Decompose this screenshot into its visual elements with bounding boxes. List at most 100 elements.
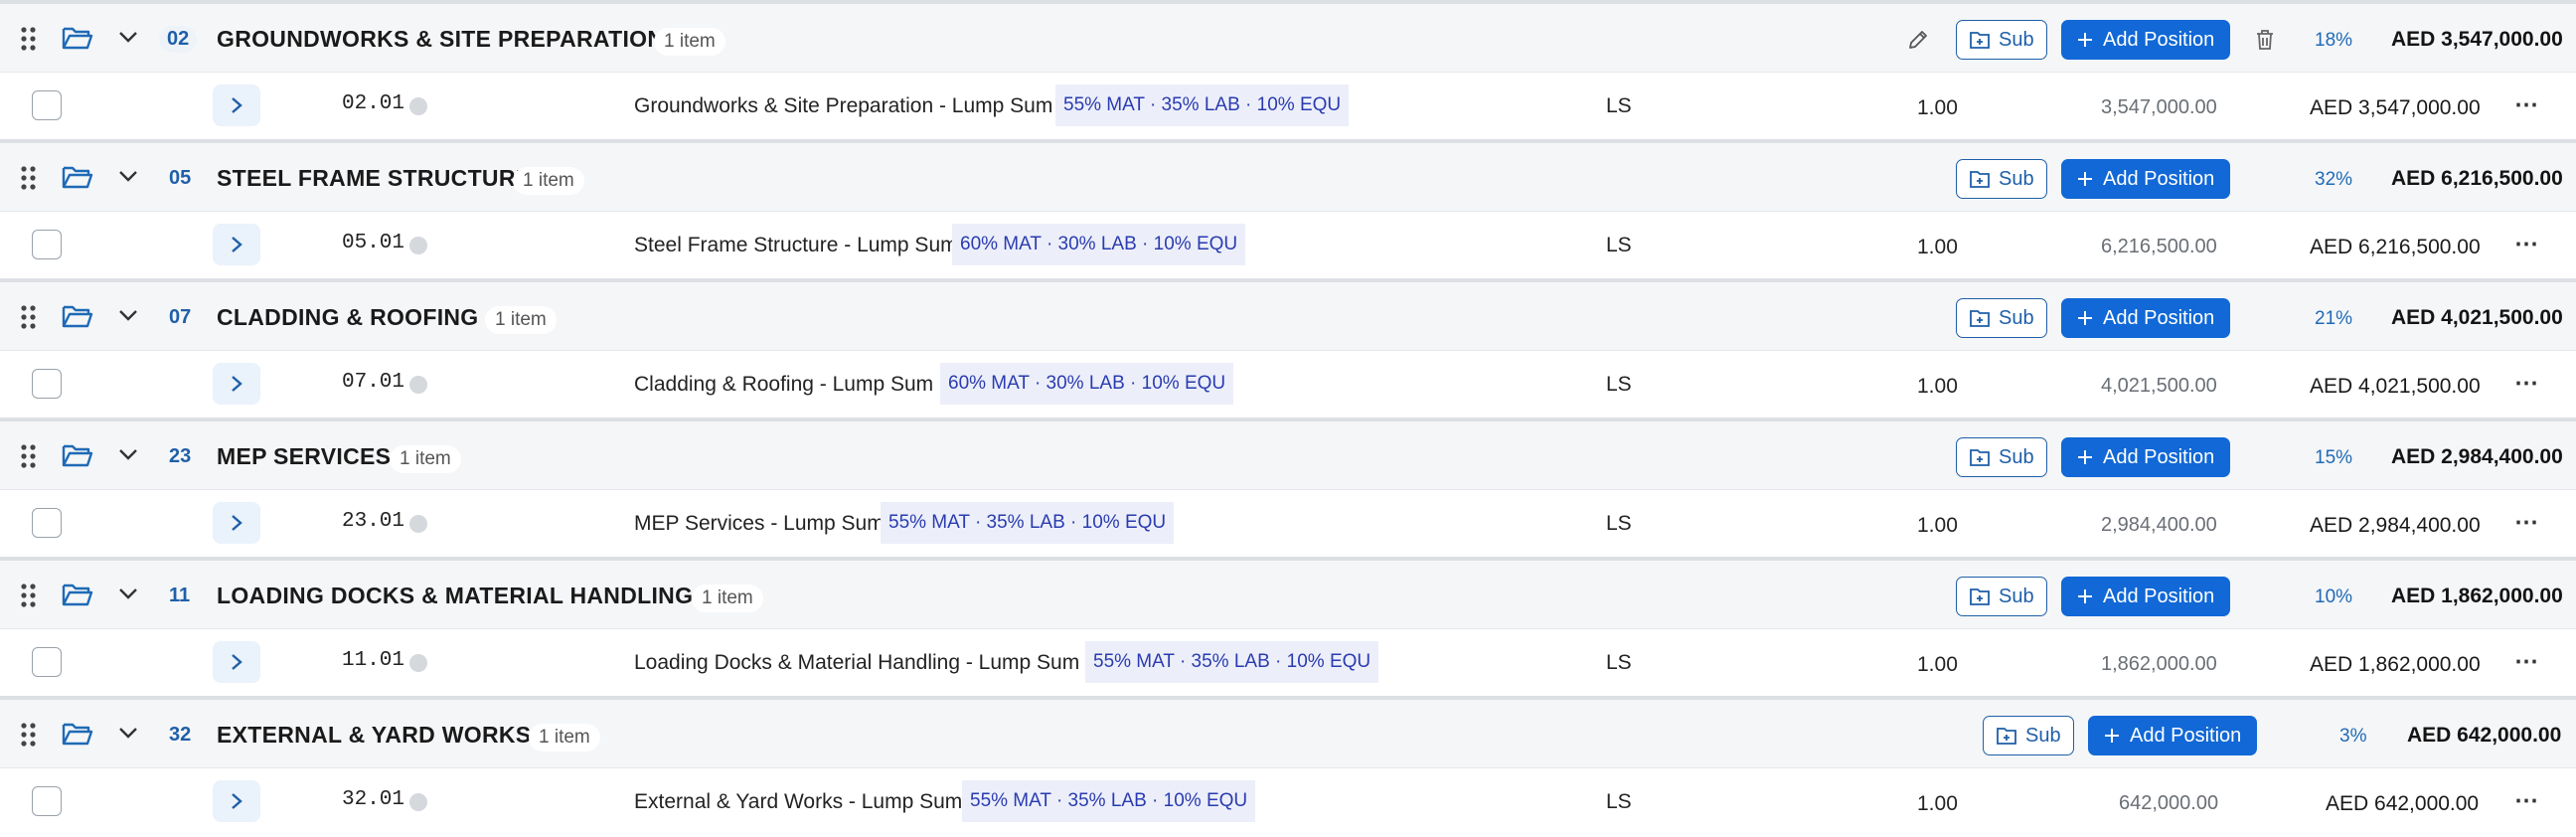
add-sub-group-button[interactable]: Sub [1956, 577, 2047, 616]
item-quantity[interactable]: 1.00 [1917, 375, 1958, 399]
item-unit[interactable]: LS [1606, 234, 1632, 257]
add-position-button[interactable]: Add Position [2061, 577, 2231, 616]
folder-open-icon[interactable] [62, 302, 93, 335]
item-quantity[interactable]: 1.00 [1917, 96, 1958, 120]
item-quantity[interactable]: 1.00 [1917, 514, 1958, 538]
item-description[interactable]: MEP Services - Lump Sum [634, 512, 885, 536]
item-rate[interactable]: 6,216,500.00 [2101, 236, 2217, 258]
sub-button-label: Sub [1999, 445, 2034, 468]
item-rate[interactable]: 3,547,000.00 [2101, 96, 2217, 119]
expand-row-button[interactable] [213, 224, 260, 265]
more-icon[interactable]: ⋯ [2514, 230, 2539, 258]
more-icon[interactable]: ⋯ [2514, 786, 2539, 815]
item-code: 11.01 [342, 649, 405, 672]
group-item-count: 1 item [529, 724, 600, 752]
item-description[interactable]: Cladding & Roofing - Lump Sum [634, 373, 933, 397]
chevron-down-icon[interactable] [117, 726, 139, 745]
more-icon[interactable]: ⋯ [2514, 508, 2539, 537]
row-checkbox[interactable] [32, 508, 62, 538]
chevron-down-icon[interactable] [117, 586, 139, 605]
expand-row-button[interactable] [213, 84, 260, 126]
folder-open-icon[interactable] [62, 24, 93, 57]
item-total: AED 642,000.00 [2326, 792, 2480, 815]
item-row[interactable]: 07.01 Cladding & Roofing - Lump Sum 60% … [0, 350, 2576, 416]
group-row[interactable]: 02 GROUNDWORKS & SITE PREPARATION 1 item… [0, 0, 2576, 72]
group-total: AED 6,216,500.00 [2391, 167, 2563, 190]
add-sub-group-button[interactable]: Sub [1956, 159, 2047, 199]
item-rate[interactable]: 2,984,400.00 [2101, 514, 2217, 537]
drag-handle-icon[interactable] [18, 581, 40, 610]
item-row[interactable]: 23.01 MEP Services - Lump Sum 55% MAT · … [0, 489, 2576, 555]
item-rate[interactable]: 642,000.00 [2119, 792, 2218, 815]
drag-handle-icon[interactable] [18, 302, 40, 332]
more-icon[interactable]: ⋯ [2514, 90, 2539, 119]
chevron-down-icon[interactable] [117, 308, 139, 327]
expand-row-button[interactable] [213, 502, 260, 544]
item-quantity[interactable]: 1.00 [1917, 236, 1958, 259]
item-description[interactable]: Groundworks & Site Preparation - Lump Su… [634, 94, 1052, 118]
group-title: STEEL FRAME STRUCTURE [217, 165, 532, 191]
cost-mix-badge: 55% MAT · 35% LAB · 10% EQU [962, 780, 1256, 822]
drag-handle-icon[interactable] [18, 720, 40, 750]
add-position-label: Add Position [2103, 306, 2215, 329]
chevron-down-icon[interactable] [117, 30, 139, 49]
item-unit[interactable]: LS [1606, 512, 1632, 536]
group-code: 32 [169, 724, 192, 746]
add-position-button[interactable]: Add Position [2088, 716, 2258, 755]
row-checkbox[interactable] [32, 90, 62, 120]
item-unit[interactable]: LS [1606, 651, 1632, 675]
expand-row-button[interactable] [213, 780, 260, 822]
plus-icon [2105, 729, 2119, 743]
chevron-down-icon[interactable] [117, 447, 139, 466]
item-row[interactable]: 11.01 Loading Docks & Material Handling … [0, 628, 2576, 694]
group-row[interactable]: 07 CLADDING & ROOFING 1 item Sub Add Pos… [0, 278, 2576, 350]
add-sub-group-button[interactable]: Sub [1983, 716, 2074, 755]
more-icon[interactable]: ⋯ [2514, 369, 2539, 398]
add-position-button[interactable]: Add Position [2061, 298, 2231, 338]
chevron-down-icon[interactable] [117, 169, 139, 188]
folder-open-icon[interactable] [62, 720, 93, 753]
group-row[interactable]: 23 MEP SERVICES 1 item Sub Add Position … [0, 418, 2576, 489]
add-position-button[interactable]: Add Position [2061, 437, 2231, 477]
expand-row-button[interactable] [213, 363, 260, 405]
item-row[interactable]: 32.01 External & Yard Works - Lump Sum 5… [0, 767, 2576, 833]
item-description[interactable]: External & Yard Works - Lump Sum [634, 790, 962, 814]
add-position-button[interactable]: Add Position [2061, 20, 2231, 60]
status-dot-icon [409, 237, 427, 254]
item-description[interactable]: Steel Frame Structure - Lump Sum [634, 234, 958, 257]
add-sub-group-button[interactable]: Sub [1956, 437, 2047, 477]
row-checkbox[interactable] [32, 647, 62, 677]
item-unit[interactable]: LS [1606, 94, 1632, 118]
trash-icon[interactable] [2254, 28, 2276, 57]
item-quantity[interactable]: 1.00 [1917, 653, 1958, 677]
group-row[interactable]: 05 STEEL FRAME STRUCTURE 1 item Sub Add … [0, 139, 2576, 211]
item-unit[interactable]: LS [1606, 790, 1632, 814]
folder-open-icon[interactable] [62, 163, 93, 196]
expand-row-button[interactable] [213, 641, 260, 683]
item-row[interactable]: 05.01 Steel Frame Structure - Lump Sum 6… [0, 211, 2576, 276]
item-unit[interactable]: LS [1606, 373, 1632, 397]
more-icon[interactable]: ⋯ [2514, 647, 2539, 676]
add-sub-group-button[interactable]: Sub [1956, 298, 2047, 338]
item-rate[interactable]: 1,862,000.00 [2101, 653, 2217, 676]
item-rate[interactable]: 4,021,500.00 [2101, 375, 2217, 398]
group-row[interactable]: 11 LOADING DOCKS & MATERIAL HANDLING 1 i… [0, 557, 2576, 628]
row-checkbox[interactable] [32, 786, 62, 816]
folder-open-icon[interactable] [62, 441, 93, 474]
pencil-icon[interactable] [1906, 28, 1930, 57]
group-row[interactable]: 32 EXTERNAL & YARD WORKS 1 item Sub Add … [0, 696, 2576, 767]
drag-handle-icon[interactable] [18, 441, 40, 471]
add-sub-group-button[interactable]: Sub [1956, 20, 2047, 60]
drag-handle-icon[interactable] [18, 24, 40, 54]
item-quantity[interactable]: 1.00 [1917, 792, 1958, 816]
item-description[interactable]: Loading Docks & Material Handling - Lump… [634, 651, 1079, 675]
chevron-right-icon [232, 654, 242, 670]
row-checkbox[interactable] [32, 369, 62, 399]
row-checkbox[interactable] [32, 230, 62, 259]
group-item-count: 1 item [654, 28, 725, 56]
drag-handle-icon[interactable] [18, 163, 40, 193]
folder-open-icon[interactable] [62, 581, 93, 613]
group-title: LOADING DOCKS & MATERIAL HANDLING [217, 583, 694, 608]
item-row[interactable]: 02.01 Groundworks & Site Preparation - L… [0, 72, 2576, 137]
add-position-button[interactable]: Add Position [2061, 159, 2231, 199]
